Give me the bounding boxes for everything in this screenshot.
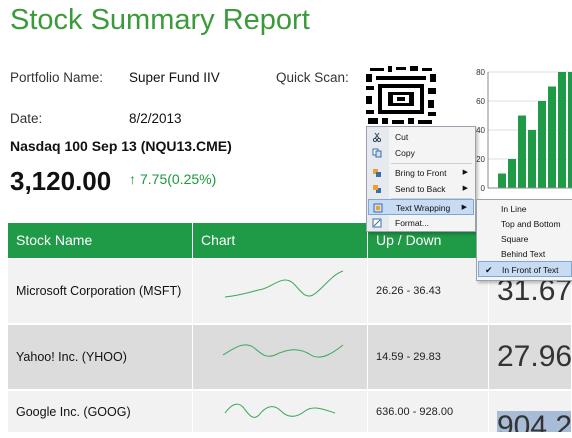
range-value: 26.26 - 36.43 <box>376 285 441 297</box>
table-row: Google Inc. (GOOG) 636.00 - 928.00 904.2 <box>8 391 572 433</box>
y-tick-label: 20 <box>476 155 485 164</box>
submenu-arrow-icon: ▶ <box>461 204 467 211</box>
instrument-name: Nasdaq 100 Sep 13 (NQU13.CME) <box>10 138 232 154</box>
menu-separator <box>391 163 472 164</box>
sparkline <box>224 270 344 298</box>
menu-item-copy[interactable]: Copy <box>368 145 474 161</box>
menu-item-send-to-back[interactable]: Send to Back ▶ <box>368 181 474 197</box>
bar <box>528 130 536 188</box>
page-title: Stock Summary Report <box>10 4 310 36</box>
range-value: 636.00 - 928.00 <box>376 405 454 418</box>
bar <box>548 86 556 188</box>
submenu-arrow-icon: ▶ <box>462 185 468 192</box>
submenu-item-square[interactable]: Square <box>478 231 572 247</box>
menu-item-label: Copy <box>395 148 415 158</box>
menu-item-cut[interactable]: Cut <box>368 129 474 145</box>
bring-front-icon <box>373 169 381 177</box>
menu-item-bring-to-front[interactable]: Bring to Front ▶ <box>368 165 474 181</box>
submenu-arrow-icon: ▶ <box>462 169 468 176</box>
submenu-item-label: In Front of Text <box>502 265 559 275</box>
header-chart: Chart <box>193 223 368 258</box>
range-value: 14.59 - 29.83 <box>376 351 441 363</box>
format-icon <box>372 218 382 228</box>
stock-name: Yahoo! Inc. (YHOO) <box>16 350 127 364</box>
submenu-item-in-line[interactable]: In Line <box>478 201 572 217</box>
submenu-item-label: In Line <box>501 204 527 214</box>
text-wrapping-submenu: In Line Top and Bottom Square Behind Tex… <box>476 199 572 281</box>
last-price: 27.96 <box>497 340 572 373</box>
bar <box>498 173 506 188</box>
bar <box>538 101 546 188</box>
menu-item-label: Text Wrapping <box>396 203 451 213</box>
y-tick-label: 40 <box>476 126 485 135</box>
stock-name: Google Inc. (GOOG) <box>16 404 131 419</box>
up-arrow-icon: ↑ <box>129 171 136 187</box>
submenu-item-label: Square <box>501 234 529 244</box>
table-row: Yahoo! Inc. (YHOO) 14.59 - 29.83 27.96 <box>8 325 572 390</box>
quickscan-label: Quick Scan: <box>276 70 349 85</box>
y-tick-label: 60 <box>476 97 485 106</box>
bar-chart[interactable]: 80 60 40 20 0 <box>470 64 572 198</box>
y-tick-label: 80 <box>476 68 485 77</box>
stock-name: Microsoft Corporation (MSFT) <box>16 284 182 298</box>
last-price: 904.2 <box>497 410 572 433</box>
submenu-item-in-front-of-text[interactable]: ✔ In Front of Text <box>478 261 572 277</box>
y-tick-label: 0 <box>481 184 486 193</box>
menu-item-text-wrapping[interactable]: Text Wrapping ▶ <box>368 199 474 215</box>
bar <box>568 72 572 188</box>
sparkline <box>222 344 344 358</box>
date-label: Date: <box>10 111 43 126</box>
submenu-item-label: Behind Text <box>501 249 546 259</box>
menu-item-label: Format... <box>395 218 430 228</box>
bar <box>558 72 566 188</box>
send-back-icon <box>373 185 381 193</box>
checkmark-icon: ✔ <box>485 265 493 275</box>
price-value: 3,120.00 <box>10 166 112 196</box>
menu-item-label: Send to Back <box>395 184 446 194</box>
menu-item-label: Bring to Front <box>395 168 447 178</box>
menu-item-format[interactable]: Format... <box>368 215 474 231</box>
portfolio-label: Portfolio Name: <box>10 70 104 85</box>
submenu-item-label: Top and Bottom <box>501 219 561 229</box>
price-change: ↑ 7.75(0.25%) <box>129 171 216 187</box>
qr-code-image[interactable] <box>364 64 438 128</box>
copy-icon <box>372 148 382 158</box>
header-stock-name: Stock Name <box>8 223 193 258</box>
portfolio-value: Super Fund IIV <box>129 70 220 85</box>
sparkline <box>224 403 336 418</box>
scissors-icon <box>372 132 382 142</box>
bar <box>518 115 526 188</box>
price-change-value: 7.75(0.25%) <box>140 171 217 187</box>
submenu-item-behind-text[interactable]: Behind Text <box>478 246 572 262</box>
bar <box>508 159 516 188</box>
menu-item-label: Cut <box>395 132 409 142</box>
text-wrap-icon <box>373 203 383 213</box>
date-value: 8/2/2013 <box>129 111 182 126</box>
context-menu: Cut Copy Bring to Front ▶ Send to Back ▶… <box>366 126 476 232</box>
submenu-item-top-and-bottom[interactable]: Top and Bottom <box>478 216 572 232</box>
